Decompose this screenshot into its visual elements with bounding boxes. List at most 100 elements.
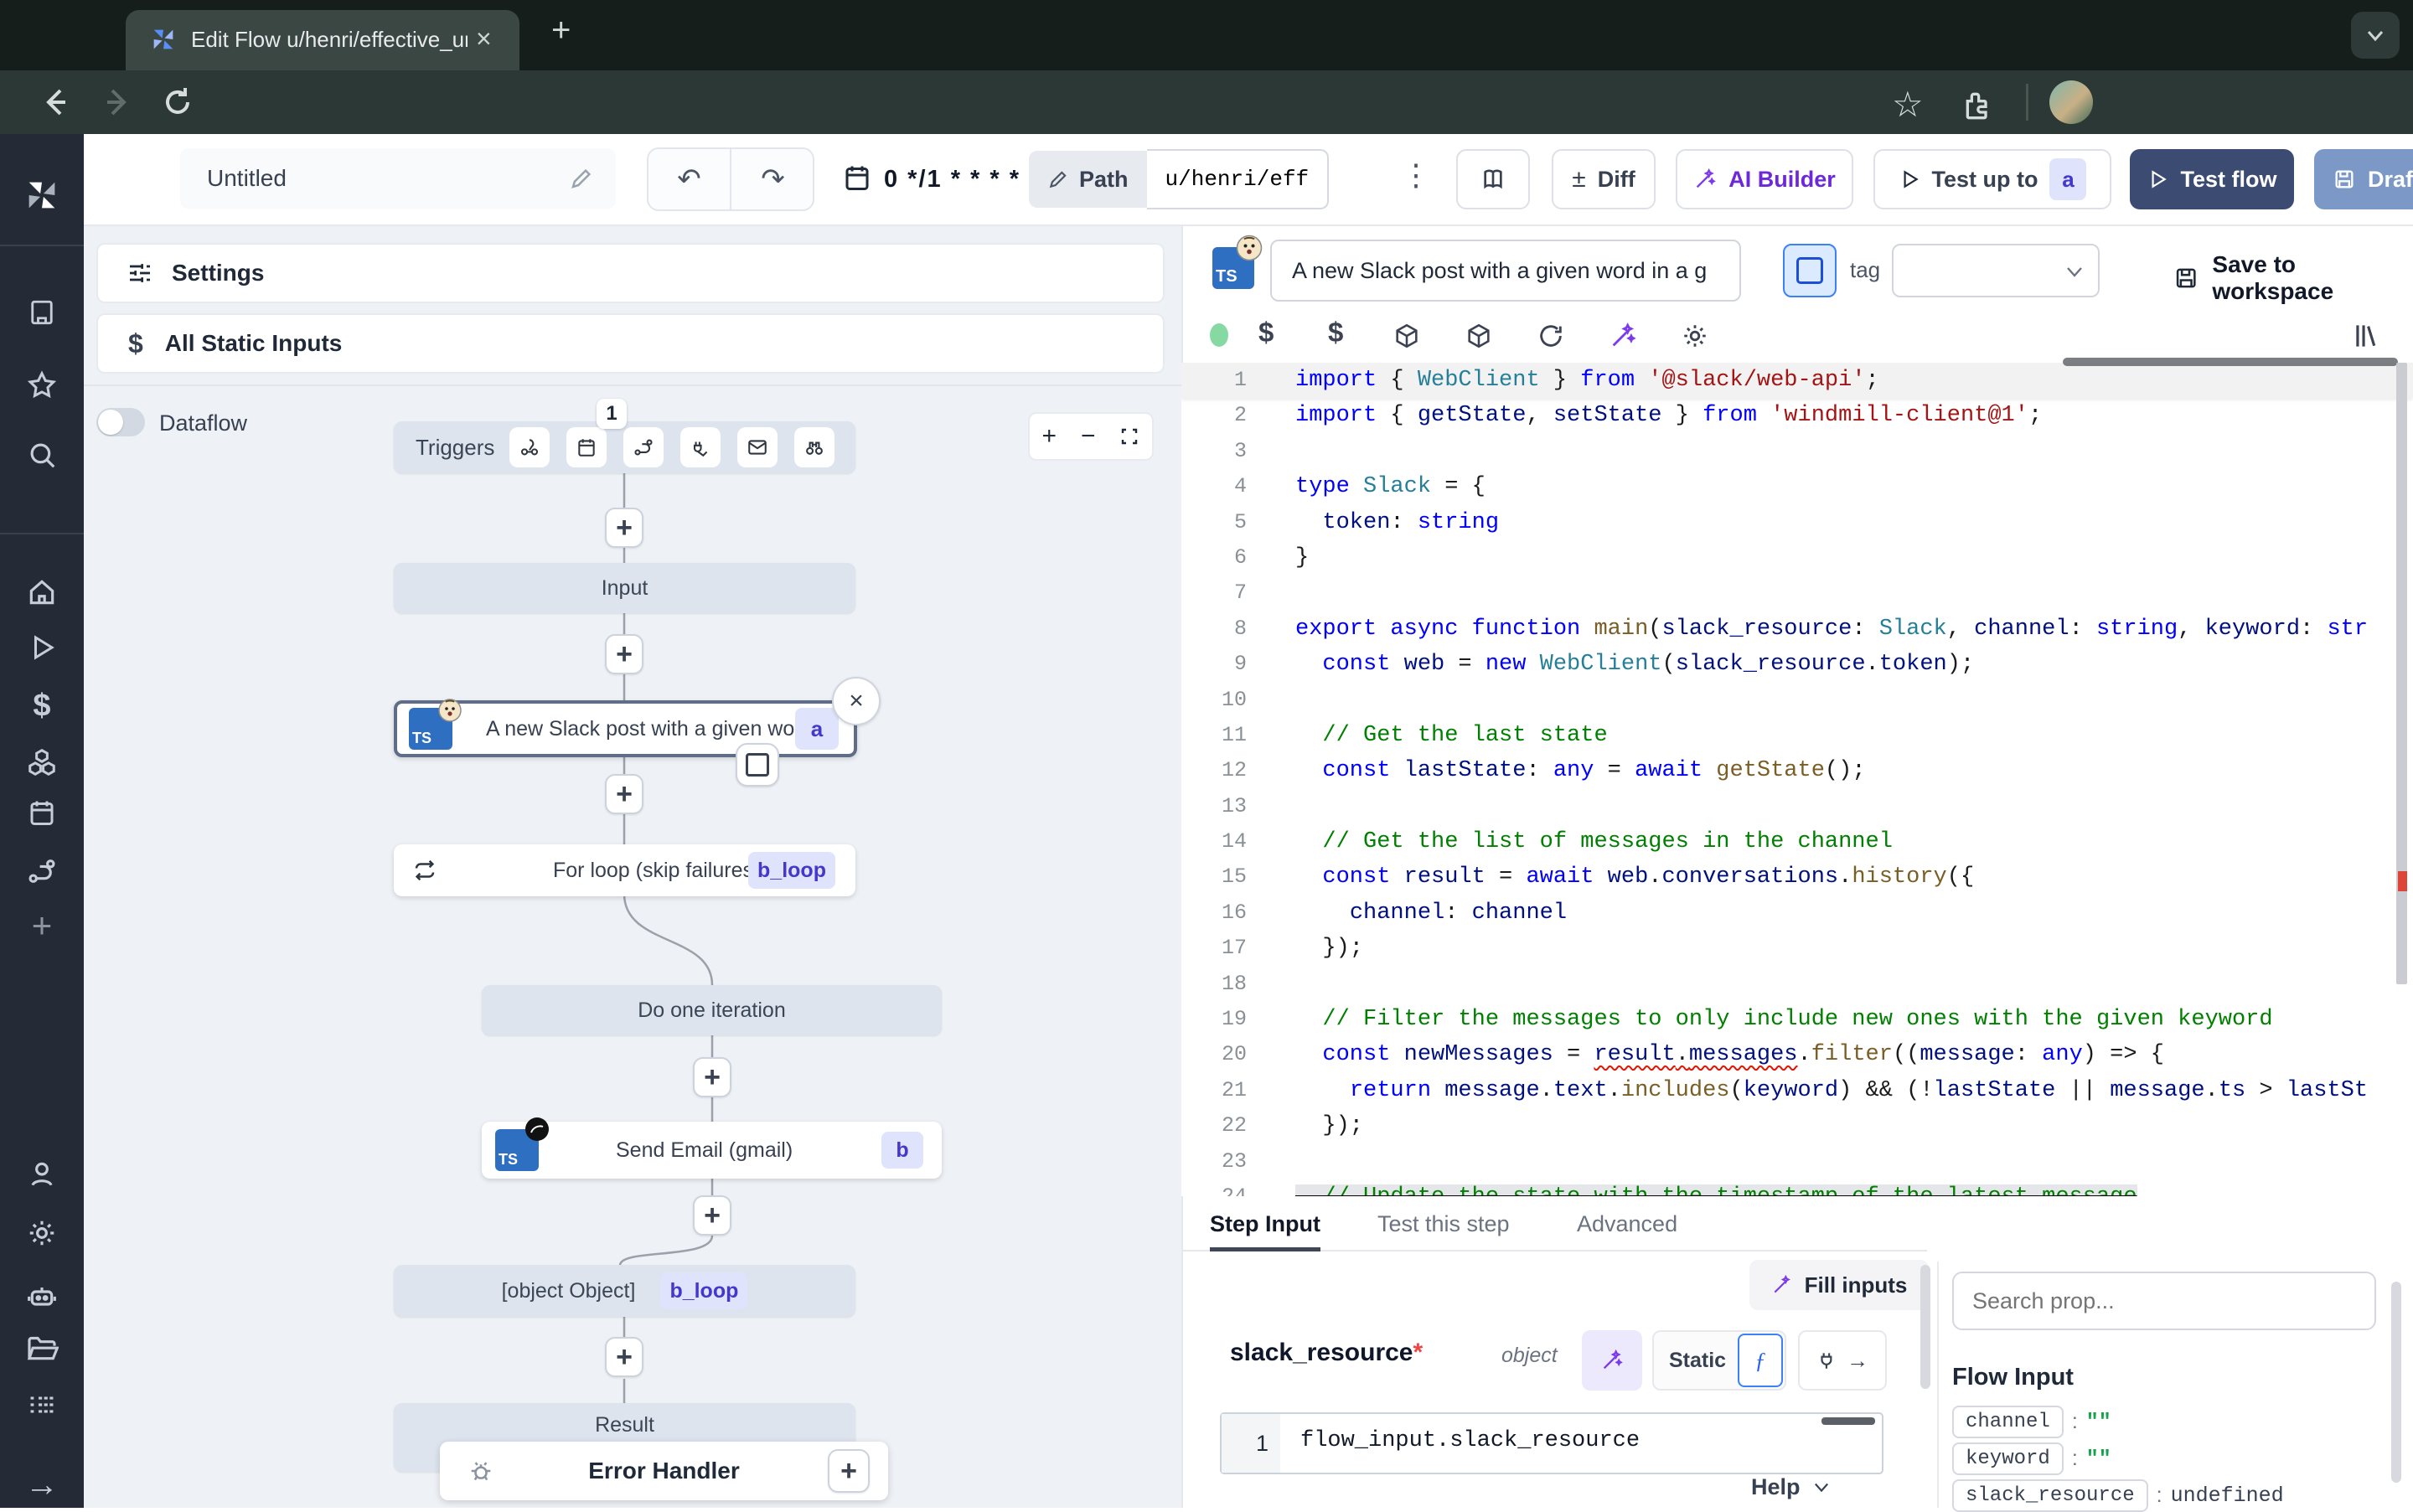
ai-fill-button[interactable] (1582, 1330, 1642, 1391)
code-line[interactable]: 20 const newMessages = result.messages.f… (1181, 1037, 2413, 1072)
reload-icon[interactable] (154, 79, 201, 126)
schedule-trigger-icon[interactable] (566, 427, 607, 467)
undo-button[interactable]: ↶ (648, 149, 731, 209)
code-line[interactable]: 10 (1181, 683, 2413, 718)
dataflow-toggle[interactable] (96, 408, 145, 436)
windmill-logo-icon[interactable] (23, 176, 61, 214)
workspace-building-icon[interactable] (27, 297, 57, 328)
prop-row-keyword[interactable]: keyword : "" (1952, 1442, 2111, 1475)
variables-dollar-icon[interactable]: $ (1328, 317, 1343, 348)
connect-input-button[interactable]: → (1798, 1330, 1887, 1391)
javascript-expression-icon[interactable]: ƒ (1738, 1334, 1783, 1387)
extensions-icon[interactable] (1961, 87, 1994, 121)
do-one-iteration-node[interactable]: Do one iteration (482, 985, 942, 1035)
error-handler-node[interactable]: Error Handler + (440, 1442, 888, 1500)
insert-step-button[interactable]: + (693, 1195, 731, 1236)
favorites-star-icon[interactable] (26, 369, 58, 401)
assets-dollar-icon[interactable]: $ (1258, 317, 1274, 348)
slack-step-node-selected[interactable]: TS A new Slack post with a given wor... … (394, 700, 857, 757)
tag-select[interactable] (1892, 244, 2100, 297)
input-node[interactable]: Input (394, 563, 855, 613)
code-line[interactable]: 3 (1181, 434, 2413, 469)
ai-builder-button[interactable]: AI Builder (1676, 149, 1853, 209)
code-line[interactable]: 13 (1181, 789, 2413, 824)
prop-row-channel[interactable]: channel : "" (1952, 1406, 2111, 1438)
code-line[interactable]: 19 // Filter the messages to only includ… (1181, 1002, 2413, 1037)
tab-close-icon[interactable]: × (476, 23, 492, 54)
tab-test-this-step[interactable]: Test this step (1377, 1211, 1510, 1237)
cache-toggle-button[interactable] (1783, 244, 1837, 297)
prop-name[interactable]: slack_resource (1952, 1479, 2148, 1512)
package-icon[interactable] (1393, 322, 1421, 350)
zoom-out-icon[interactable]: − (1081, 422, 1096, 451)
draft-button[interactable]: Draft (2314, 149, 2413, 209)
forloop-step-node[interactable]: For loop (skip failures) b_loop (394, 844, 855, 896)
email-trigger-icon[interactable] (737, 427, 778, 467)
code-line[interactable]: 8export async function main(slack_resour… (1181, 612, 2413, 647)
code-line[interactable]: 11 // Get the last state (1181, 718, 2413, 753)
code-line[interactable]: 2import { getState, setState } from 'win… (1181, 398, 2413, 433)
zoom-in-icon[interactable]: + (1041, 422, 1057, 451)
fill-inputs-button[interactable]: Fill inputs (1749, 1260, 1929, 1310)
send-email-step-node[interactable]: TS Send Email (gmail) b (482, 1122, 942, 1179)
resources-cubes-icon[interactable] (26, 746, 58, 778)
delete-step-button[interactable]: × (832, 677, 881, 725)
insert-step-button[interactable]: + (605, 634, 643, 674)
redo-button[interactable]: ↷ (733, 149, 813, 209)
package-icon[interactable] (1465, 322, 1493, 350)
forward-icon[interactable] (94, 79, 141, 126)
test-flow-button[interactable]: Test flow (2130, 149, 2294, 209)
search-icon[interactable] (26, 439, 58, 471)
tab-advanced[interactable]: Advanced (1577, 1211, 1677, 1237)
bookmark-star-icon[interactable]: ☆ (1892, 84, 1924, 125)
workers-robot-icon[interactable] (25, 1279, 59, 1313)
docs-book-button[interactable] (1456, 149, 1530, 209)
new-tab-button[interactable]: + (551, 12, 571, 49)
schedules-calendar-icon[interactable] (27, 797, 57, 828)
code-editor[interactable]: 1import { WebClient } from '@slack/web-a… (1181, 363, 2413, 1196)
flow-settings-row[interactable]: Settings (96, 243, 1165, 303)
save-to-workspace-button[interactable]: Save to workspace (2173, 251, 2413, 305)
help-button[interactable]: Help (1751, 1474, 1831, 1500)
reload-icon[interactable] (1537, 322, 1565, 350)
all-static-inputs-row[interactable]: $ All Static Inputs (96, 313, 1165, 374)
search-prop-input[interactable] (1952, 1272, 2376, 1330)
folders-icon[interactable] (25, 1332, 59, 1365)
back-icon[interactable] (32, 79, 79, 126)
static-mode-toggle[interactable]: Static ƒ (1652, 1330, 1786, 1391)
code-line[interactable]: 16 channel: channel (1181, 895, 2413, 931)
code-line[interactable]: 21 return message.text.includes(keyword)… (1181, 1073, 2413, 1108)
diff-button[interactable]: ± Diff (1552, 149, 1656, 209)
test-up-to-here-button[interactable] (736, 743, 779, 787)
code-line[interactable]: 1import { WebClient } from '@slack/web-a… (1181, 363, 2413, 398)
tab-search-chevron-icon[interactable] (2351, 12, 2400, 59)
websocket-trigger-icon[interactable] (680, 427, 721, 467)
route-trigger-icon[interactable] (623, 427, 664, 467)
home-icon[interactable] (26, 576, 58, 608)
code-line[interactable]: 6} (1181, 540, 2413, 575)
fit-view-icon[interactable] (1119, 426, 1139, 446)
collapse-arrow-icon[interactable]: → (25, 1467, 59, 1504)
horizontal-scrollbar[interactable] (2063, 358, 2398, 366)
tab-step-input[interactable]: Step Input (1210, 1211, 1320, 1237)
user-icon[interactable] (26, 1159, 58, 1190)
code-line[interactable]: 14 // Get the list of messages in the ch… (1181, 824, 2413, 859)
runs-play-icon[interactable] (27, 632, 57, 663)
poll-trigger-icon[interactable] (794, 427, 834, 467)
editor-settings-gear-icon[interactable] (1681, 322, 1709, 350)
browser-tab[interactable]: Edit Flow u/henri/effective_un × (126, 10, 519, 70)
test-up-to-button[interactable]: Test up to a (1873, 149, 2111, 209)
input-expression-editor[interactable]: 1 flow_input.slack_resource (1220, 1412, 1883, 1474)
ai-wand-icon[interactable] (1609, 322, 1637, 350)
more-options-kebab-icon[interactable]: ⋮ (1401, 157, 1431, 193)
insert-step-button[interactable]: + (605, 1337, 643, 1377)
flow-name-field[interactable]: Untitled (180, 148, 616, 209)
code-line[interactable]: 15 const result = await web.conversation… (1181, 859, 2413, 895)
variables-dollar-icon[interactable]: $ (33, 689, 50, 725)
triggers-node[interactable]: Triggers 1 (394, 421, 855, 473)
schedule-calendar-icon[interactable] (842, 163, 872, 193)
code-line[interactable]: 5 token: string (1181, 505, 2413, 540)
path-value[interactable]: u/henri/eff (1147, 149, 1330, 209)
insert-step-button[interactable]: + (693, 1057, 731, 1097)
step-name-input[interactable] (1270, 240, 1741, 302)
